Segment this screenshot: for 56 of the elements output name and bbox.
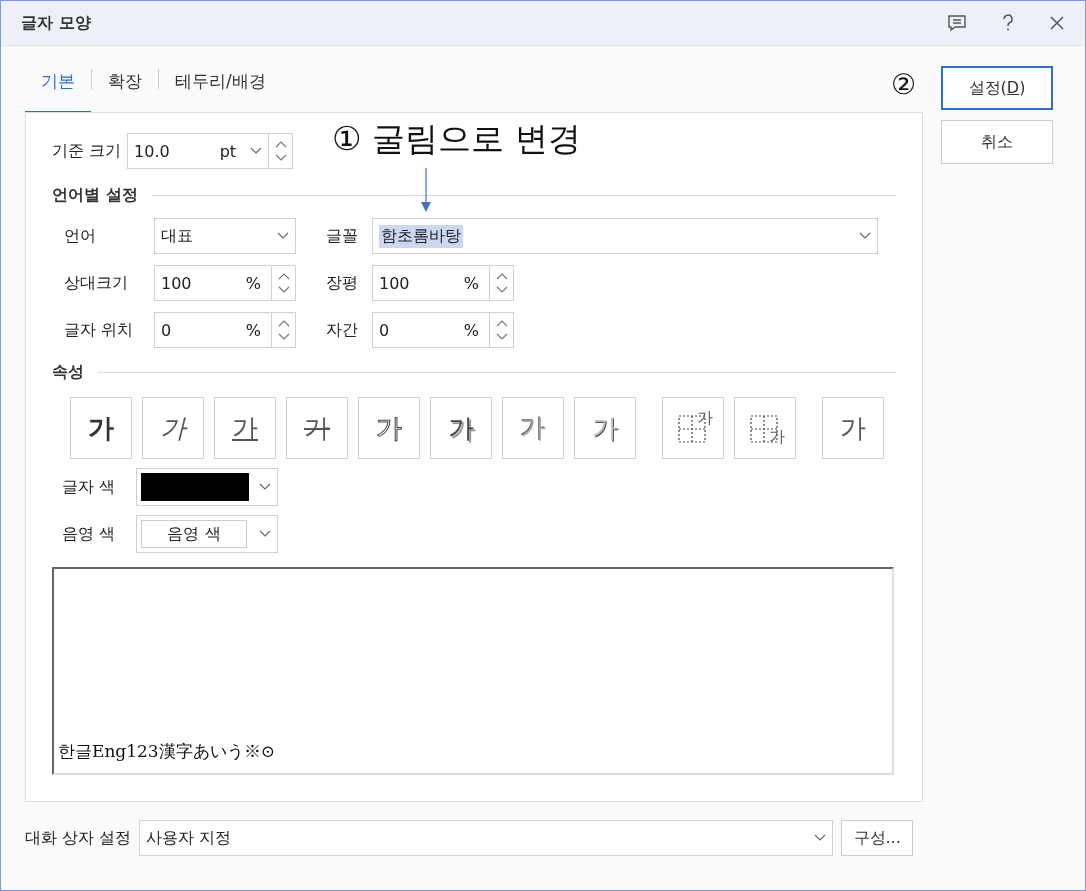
attribute-button[interactable]: 가 [822,397,884,459]
font-dropdown[interactable]: 함초롬바탕 [372,218,878,254]
field-label: 자간 [326,319,359,341]
preset-dropdown[interactable]: 사용자 지정 [139,820,834,856]
attribute-button[interactable]: 가 [214,397,276,459]
help-icon[interactable] [1001,14,1015,32]
configure-button[interactable]: 구성... [841,820,914,856]
tab[interactable]: 테두리/배경 [159,50,282,114]
spin-buttons[interactable] [272,265,296,301]
chevron-icon[interactable] [259,530,271,538]
field-label: 글자 위치 [64,319,135,341]
glyph-text: 가 [697,408,713,429]
spin-buttons[interactable] [272,312,296,348]
attribute-button[interactable]: 가 [734,397,796,459]
chevron-icon[interactable] [814,834,827,842]
section-title: 언어별 설정 [52,185,138,206]
chevron-icon[interactable] [859,232,871,240]
field-label: 기준 크기 [52,140,122,162]
size-field[interactable]: 10.0 pt [127,133,270,169]
color-dropdown[interactable] [136,468,278,506]
annotation-text: ① 굴림으로 변경 [332,118,581,160]
dialog-button[interactable]: 설정(D) [941,66,1053,110]
spin-buttons[interactable] [269,133,294,169]
window-title: 글자 모양 [21,12,91,34]
field-label: 상대크기 [64,272,129,294]
arrow-icon [421,168,431,212]
number-field[interactable]: 100 % [154,265,272,301]
language-dropdown[interactable]: 대표 [154,218,296,254]
close-icon[interactable] [1049,15,1065,31]
field-label: 장평 [326,272,359,294]
chevron-icon[interactable] [277,232,289,240]
spin-buttons[interactable] [490,312,514,348]
spin-buttons[interactable] [490,265,514,301]
annotation-marker: ② [891,68,917,101]
attribute-button[interactable]: 가 [662,397,724,459]
field-label: 대화 상자 설정 [25,827,132,849]
dialog-button[interactable]: 취소 [941,120,1053,164]
field-label: 언어 [64,225,97,247]
number-field[interactable]: 0 % [372,312,490,348]
field-label: 음영 색 [62,523,117,545]
number-field[interactable]: 100 % [372,265,490,301]
number-field[interactable]: 0 % [154,312,272,348]
section-title: 속성 [52,362,84,383]
attribute-button[interactable]: 가 [70,397,132,459]
chevron-icon[interactable] [259,483,271,491]
chevron-icon[interactable] [250,147,263,155]
field-label: 글자 색 [62,476,117,498]
shade-dropdown[interactable]: 음영 색 [136,515,278,553]
tab[interactable]: 확장 [92,50,158,114]
field-label: 글꼴 [326,225,359,247]
glyph-text: 가 [769,427,785,448]
preview-text: 한글Eng123漢字あいう※⊙ [58,740,275,763]
attribute-button[interactable]: 가 [286,397,348,459]
attribute-button[interactable]: 가 [142,397,204,459]
comment-icon[interactable] [947,14,967,32]
attribute-button[interactable]: 가 [430,397,492,459]
